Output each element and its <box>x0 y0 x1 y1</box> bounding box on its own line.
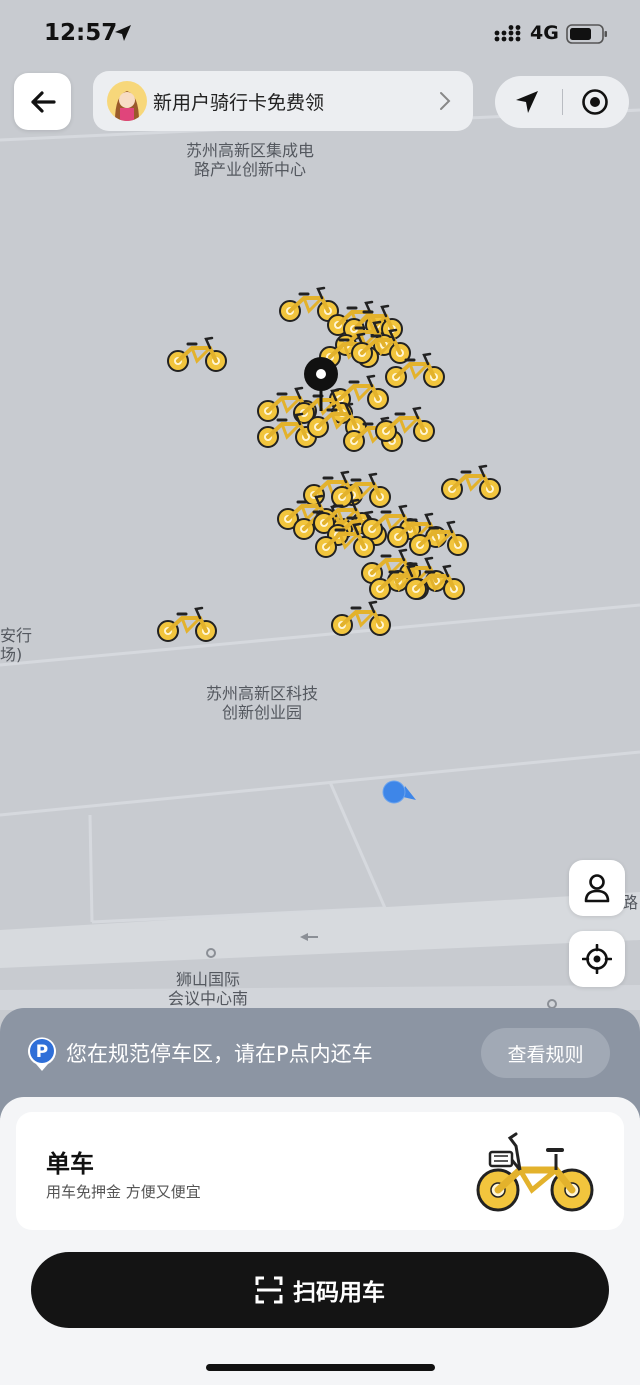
vehicle-card-title: 单车 <box>46 1150 94 1178</box>
promo-text: 新用户骑行卡免费领 <box>153 91 325 114</box>
promo-avatar <box>107 81 147 121</box>
network-type: 4G <box>530 22 559 44</box>
scan-icon <box>255 1276 283 1304</box>
parking-p-icon: P <box>28 1037 56 1071</box>
back-arrow-icon <box>30 90 56 113</box>
bike-marker-icon[interactable] <box>156 604 220 644</box>
map-label-partial-left: 安行 场) <box>0 626 33 664</box>
bike-marker-icon[interactable] <box>374 404 438 444</box>
bike-marker-icon[interactable] <box>166 334 230 374</box>
battery-icon <box>566 24 607 44</box>
user-center-button[interactable] <box>569 860 625 916</box>
map-label-tech-park: 苏州高新区科技 创新创业园 <box>206 684 319 722</box>
map-tools <box>495 76 629 128</box>
svg-text:P: P <box>36 1042 48 1062</box>
bicycle-icon <box>476 1132 594 1212</box>
status-time: 12:57 <box>44 20 118 46</box>
navigation-button[interactable] <box>509 84 545 120</box>
vehicle-card-subtitle: 用车免押金 方便又便宜 <box>46 1183 201 1201</box>
bike-marker-icon[interactable] <box>440 462 504 502</box>
target-icon <box>582 89 608 115</box>
location-arrow-icon <box>115 25 131 41</box>
bike-marker-icon[interactable] <box>384 350 448 390</box>
user-location-icon <box>382 780 416 804</box>
map-pin-icon[interactable] <box>302 355 340 411</box>
bike-marker-icon[interactable] <box>330 598 394 638</box>
person-icon <box>584 874 610 903</box>
target-button[interactable] <box>577 84 613 120</box>
signal-icon <box>494 25 521 42</box>
back-button[interactable] <box>14 73 71 130</box>
home-indicator[interactable] <box>206 1364 435 1371</box>
navigation-arrow-icon <box>516 91 538 113</box>
bike-marker-icon[interactable] <box>404 562 468 602</box>
scan-to-ride-label: 扫码用车 <box>293 1280 385 1306</box>
map-label-ic-center: 苏州高新区集成电 路产业创新中心 <box>186 141 315 179</box>
parking-notice-text: 您在规范停车区，请在P点内还车 <box>66 1042 373 1066</box>
status-bar: 12:57 4G <box>0 0 640 66</box>
promo-banner[interactable]: 新用户骑行卡免费领 <box>93 71 473 131</box>
chevron-right-icon <box>440 92 451 110</box>
tools-divider <box>562 89 563 115</box>
map-label-conference-center: 狮山国际 会议中心南 <box>168 970 249 1008</box>
scan-to-ride-button[interactable]: 扫码用车 <box>31 1252 609 1328</box>
crosshair-icon <box>582 944 612 974</box>
locate-me-button[interactable] <box>569 931 625 987</box>
view-rules-button[interactable]: 查看规则 <box>481 1028 610 1078</box>
